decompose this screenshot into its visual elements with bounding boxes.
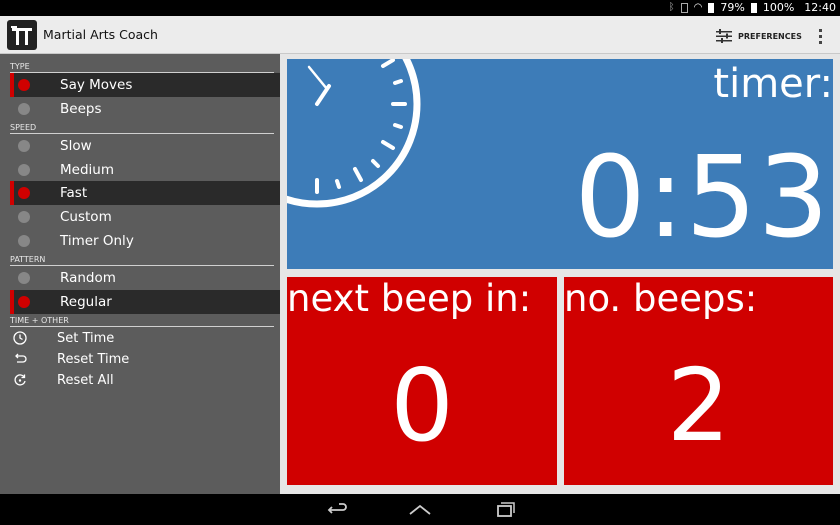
option-slow[interactable]: Slow	[10, 134, 280, 158]
radio-indicator-icon	[18, 211, 30, 223]
beep-count-value: 2	[666, 347, 731, 464]
back-icon[interactable]	[323, 500, 349, 520]
battery-icon-1	[708, 2, 715, 13]
radio-indicator-icon	[18, 187, 30, 199]
radio-indicator-icon	[18, 140, 30, 152]
battery-icon-2	[750, 2, 757, 13]
option-timer-only[interactable]: Timer Only	[10, 229, 280, 253]
radio-indicator-icon	[18, 296, 30, 308]
radio-indicator-icon	[18, 79, 30, 91]
action-label: Reset Time	[57, 351, 130, 367]
reset-time-button[interactable]: Reset Time	[10, 349, 280, 369]
option-label: Timer Only	[60, 233, 134, 249]
option-beeps[interactable]: Beeps	[10, 97, 280, 121]
timer-label: timer:	[713, 61, 833, 107]
next-beep-panel: next beep in: 0	[287, 277, 557, 485]
preferences-label: PREFERENCES	[738, 31, 802, 41]
option-label: Regular	[60, 294, 112, 310]
action-label: Set Time	[57, 330, 115, 346]
overflow-menu-icon[interactable]	[812, 24, 828, 48]
timer-value: 0:53	[574, 133, 830, 263]
set-time-button[interactable]: Set Time	[10, 328, 280, 348]
section-header-time-other: TIME + OTHER	[10, 315, 274, 327]
option-label: Slow	[60, 138, 92, 154]
preferences-button[interactable]: PREFERENCES	[716, 26, 802, 46]
home-icon[interactable]	[407, 500, 433, 520]
stopwatch-icon	[287, 59, 421, 208]
option-label: Beeps	[60, 101, 102, 117]
reset-all-icon	[14, 374, 26, 386]
clock-icon	[13, 331, 27, 345]
app-logo-icon[interactable]	[7, 20, 37, 50]
action-label: Reset All	[57, 372, 114, 388]
option-label: Random	[60, 270, 116, 286]
option-label: Custom	[60, 209, 112, 225]
system-navigation-bar	[0, 494, 840, 525]
option-say-moves[interactable]: Say Moves	[10, 73, 280, 97]
status-bar: ᛒ ◠ 79% 100% 12:40	[0, 0, 840, 16]
section-header-speed: SPEED	[10, 122, 274, 134]
battery-percent-2: 100%	[762, 1, 795, 14]
reset-all-button[interactable]: Reset All	[10, 370, 280, 390]
option-label: Medium	[60, 162, 114, 178]
clock-time: 12:40	[804, 1, 836, 14]
settings-sidebar: TYPE Say Moves Beeps SPEED Slow Medium F…	[0, 54, 280, 494]
radio-indicator-icon	[18, 164, 30, 176]
radio-indicator-icon	[18, 272, 30, 284]
beep-count-panel: no. beeps: 2	[564, 277, 833, 485]
bluetooth-icon: ᛒ	[668, 2, 675, 13]
beep-count-label: no. beeps:	[564, 277, 758, 320]
radio-indicator-icon	[18, 235, 30, 247]
vibrate-icon	[680, 2, 688, 13]
option-label: Say Moves	[60, 77, 133, 93]
option-medium[interactable]: Medium	[10, 158, 280, 182]
action-bar: Martial Arts Coach PREFERENCES	[0, 16, 840, 54]
timer-panel: timer: 0:53	[287, 59, 833, 269]
sliders-icon	[716, 29, 732, 43]
option-label: Fast	[60, 185, 88, 201]
option-custom[interactable]: Custom	[10, 205, 280, 229]
radio-indicator-icon	[18, 103, 30, 115]
recent-apps-icon[interactable]	[491, 500, 517, 520]
next-beep-value: 0	[390, 347, 454, 464]
status-right: ᛒ ◠ 79% 100% 12:40	[669, 1, 836, 14]
option-random[interactable]: Random	[10, 266, 280, 290]
next-beep-label: next beep in:	[287, 277, 532, 320]
option-regular[interactable]: Regular	[10, 290, 280, 314]
app-title: Martial Arts Coach	[43, 27, 158, 42]
undo-icon	[15, 353, 27, 363]
battery-percent-1: 79%	[720, 1, 745, 14]
section-header-type: TYPE	[10, 61, 274, 73]
option-fast[interactable]: Fast	[10, 181, 280, 205]
section-header-pattern: PATTERN	[10, 254, 274, 266]
wifi-icon: ◠	[693, 2, 703, 13]
